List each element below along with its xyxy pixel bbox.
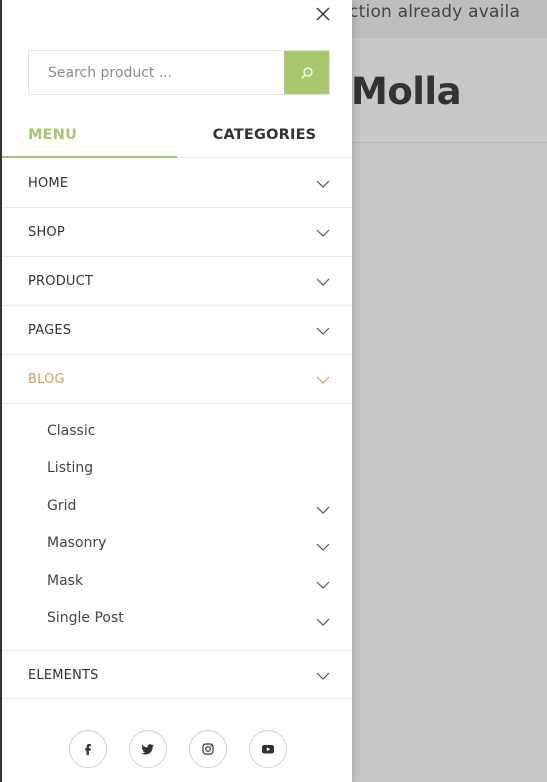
chevron-down-icon[interactable] bbox=[316, 505, 330, 515]
submenu-item-label: Listing bbox=[47, 460, 94, 476]
site-logo: Molla bbox=[351, 70, 462, 113]
twitter-link[interactable] bbox=[129, 730, 167, 768]
search-input[interactable] bbox=[29, 51, 284, 94]
blog-submenu: Classic Listing Grid Masonry Mask Single… bbox=[2, 404, 352, 651]
instagram-icon bbox=[202, 743, 214, 755]
facebook-link[interactable] bbox=[69, 730, 107, 768]
menu-tabs: MENU CATEGORIES bbox=[2, 118, 352, 158]
menu-item-home[interactable]: HOME bbox=[2, 159, 352, 208]
submenu-item-listing[interactable]: Listing bbox=[2, 455, 352, 485]
menu-item-label: BLOG bbox=[28, 372, 65, 387]
close-button[interactable] bbox=[310, 1, 336, 27]
menu-item-label: HOME bbox=[28, 176, 69, 191]
chevron-down-icon[interactable] bbox=[316, 671, 330, 681]
submenu-item-label: Classic bbox=[47, 423, 96, 439]
header-divider bbox=[351, 142, 547, 143]
search-icon bbox=[301, 66, 313, 78]
chevron-down-icon[interactable] bbox=[316, 179, 330, 189]
search-form bbox=[28, 50, 330, 95]
submenu-item-mask[interactable]: Mask bbox=[2, 568, 352, 598]
menu-list: HOME SHOP PRODUCT PAGES BLOG Classic Lis… bbox=[2, 159, 352, 699]
chevron-down-icon[interactable] bbox=[316, 580, 330, 590]
chevron-down-icon[interactable] bbox=[316, 375, 330, 385]
chevron-down-icon[interactable] bbox=[316, 326, 330, 336]
menu-item-blog[interactable]: BLOG bbox=[2, 355, 352, 404]
mobile-menu-drawer: MENU CATEGORIES HOME SHOP PRODUCT PAGES … bbox=[0, 0, 352, 782]
submenu-item-label: Mask bbox=[47, 573, 84, 589]
chevron-down-icon[interactable] bbox=[316, 542, 330, 552]
menu-item-product[interactable]: PRODUCT bbox=[2, 257, 352, 306]
twitter-icon bbox=[141, 744, 154, 755]
menu-item-label: SHOP bbox=[28, 225, 65, 240]
submenu-item-single-post[interactable]: Single Post bbox=[2, 605, 352, 635]
youtube-icon bbox=[262, 745, 274, 754]
social-links bbox=[69, 730, 287, 768]
search-button[interactable] bbox=[284, 51, 329, 94]
instagram-link[interactable] bbox=[189, 730, 227, 768]
menu-item-elements[interactable]: ELEMENTS bbox=[2, 651, 352, 699]
menu-item-label: ELEMENTS bbox=[28, 668, 99, 683]
submenu-item-label: Single Post bbox=[47, 610, 124, 626]
close-icon bbox=[316, 7, 330, 21]
chevron-down-icon[interactable] bbox=[316, 228, 330, 238]
submenu-item-label: Grid bbox=[47, 498, 77, 514]
menu-item-label: PAGES bbox=[28, 323, 72, 338]
menu-item-pages[interactable]: PAGES bbox=[2, 306, 352, 355]
submenu-item-grid[interactable]: Grid bbox=[2, 493, 352, 523]
tab-menu[interactable]: MENU bbox=[2, 118, 177, 158]
facebook-icon bbox=[85, 744, 91, 755]
submenu-item-label: Masonry bbox=[47, 535, 107, 551]
youtube-link[interactable] bbox=[249, 730, 287, 768]
menu-item-label: PRODUCT bbox=[28, 274, 94, 289]
menu-item-shop[interactable]: SHOP bbox=[2, 208, 352, 257]
chevron-down-icon[interactable] bbox=[316, 277, 330, 287]
chevron-down-icon[interactable] bbox=[316, 617, 330, 627]
submenu-item-masonry[interactable]: Masonry bbox=[2, 530, 352, 560]
submenu-item-classic[interactable]: Classic bbox=[2, 418, 352, 448]
tab-categories[interactable]: CATEGORIES bbox=[177, 118, 352, 158]
